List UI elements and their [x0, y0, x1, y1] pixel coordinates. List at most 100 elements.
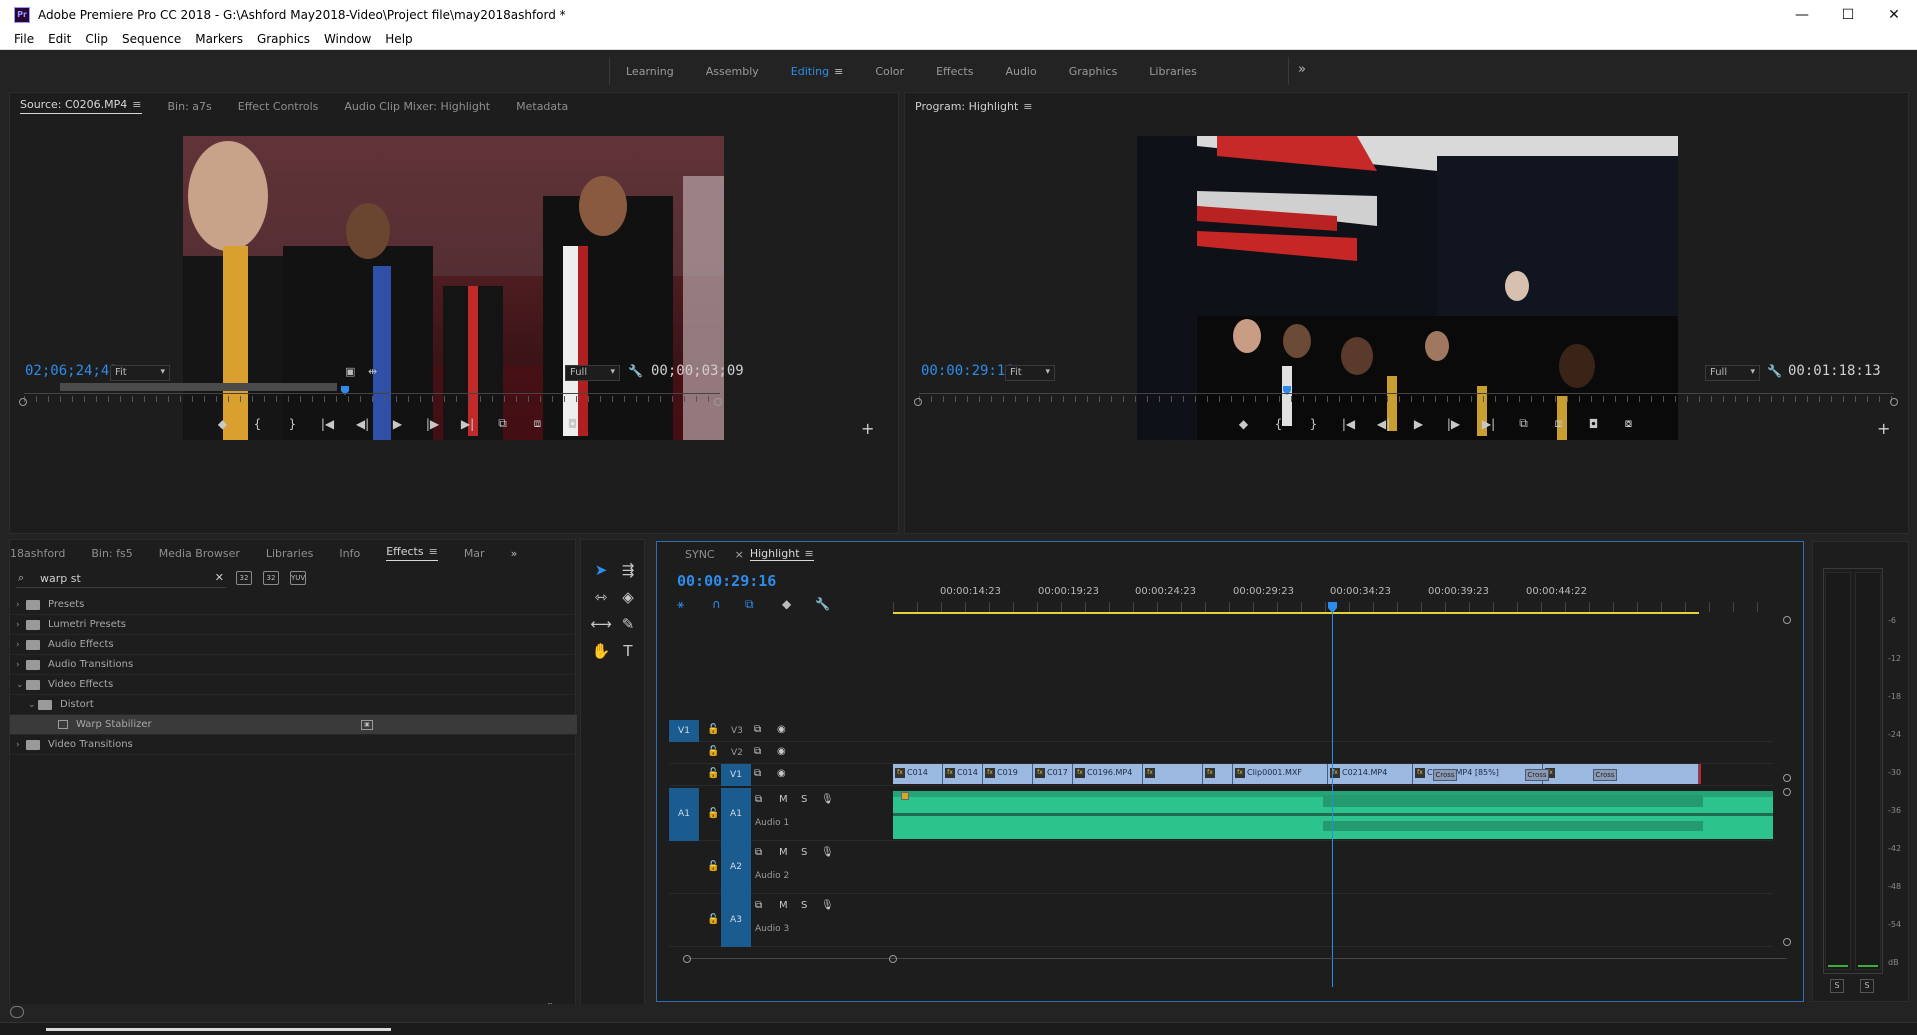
workspace-graphics[interactable]: Graphics	[1053, 65, 1134, 78]
chevron-right-icon[interactable]: ›	[16, 740, 26, 750]
mute-button[interactable]: M	[779, 900, 788, 911]
eye-icon[interactable]: ◉	[777, 768, 786, 779]
clear-search-icon[interactable]: ✕	[215, 571, 224, 584]
solo-button[interactable]: S	[801, 794, 807, 805]
workspace-color[interactable]: Color	[859, 65, 920, 78]
tree-warp-stabilizer[interactable]: Warp Stabilizer ▣	[10, 715, 577, 735]
mark-out-button[interactable]: }	[1296, 417, 1331, 431]
menu-edit[interactable]: Edit	[48, 32, 71, 46]
video-clip[interactable]: fx C0196.MP4	[1073, 764, 1143, 784]
tree-video-transitions[interactable]: › Video Transitions	[10, 735, 577, 755]
source-in-out-range[interactable]	[60, 383, 337, 391]
menu-sequence[interactable]: Sequence	[122, 32, 181, 46]
step-back-button[interactable]: ◀|	[1366, 417, 1401, 431]
mute-button[interactable]: M	[779, 794, 788, 805]
effects-search[interactable]: ⌕ warp st ✕	[16, 570, 226, 588]
sync-lock-icon[interactable]: ⧉	[754, 746, 761, 757]
source-patch-v1[interactable]: V1	[669, 720, 699, 742]
hand-tool-icon[interactable]: ✋	[590, 640, 612, 662]
zoom-handle-left[interactable]	[914, 398, 922, 406]
go-to-out-button[interactable]: ▶|	[1471, 417, 1506, 431]
timeline-ruler[interactable]: 00:00:14:23 00:00:19:23 00:00:24:23 00:0…	[893, 586, 1773, 602]
accelerated-effects-filter-icon[interactable]: 32	[236, 571, 252, 585]
solo-left-button[interactable]: S	[1830, 979, 1844, 993]
pen-tool-icon[interactable]: ✎	[617, 613, 639, 635]
linked-selection-icon[interactable]: ⧉	[745, 597, 754, 612]
yuv-effects-filter-icon[interactable]: YUV	[290, 571, 306, 585]
track-a1[interactable]	[893, 788, 1773, 841]
status-indicator-icon[interactable]	[10, 1006, 24, 1018]
close-button[interactable]: ✕	[1871, 0, 1917, 29]
sync-lock-icon[interactable]: ⧉	[755, 900, 762, 911]
video-clip[interactable]: fx	[1143, 764, 1203, 784]
video-clip[interactable]: fx C014	[943, 764, 983, 784]
selection-tool-icon[interactable]: ➤	[590, 559, 612, 581]
solo-button[interactable]: S	[801, 847, 807, 858]
close-tab-icon[interactable]: ×	[735, 548, 744, 561]
tab-sequence-sync[interactable]: SYNC	[685, 548, 715, 561]
minimize-button[interactable]: —	[1779, 0, 1825, 29]
more-tabs-icon[interactable]: »	[511, 547, 518, 560]
32bit-effects-filter-icon[interactable]: 32	[263, 571, 279, 585]
track-a3[interactable]	[893, 894, 1773, 947]
step-forward-button[interactable]: |▶	[1436, 417, 1471, 431]
hamburger-icon[interactable]: ≡	[429, 545, 438, 558]
tab-bin-fs5[interactable]: Bin: fs5	[91, 547, 132, 560]
wrench-icon[interactable]: 🔧	[628, 364, 643, 378]
program-time-ruler[interactable]	[919, 393, 1894, 407]
razor-tool-icon[interactable]: ◈	[617, 586, 639, 608]
play-button[interactable]: ▶	[1401, 417, 1436, 431]
tab-markers[interactable]: Mar	[464, 547, 485, 560]
video-clip[interactable]: fx	[1543, 764, 1699, 784]
track-name-v2[interactable]: V2	[731, 748, 743, 758]
timeline-horizontal-scrollbar[interactable]	[687, 958, 1787, 964]
export-frame-button[interactable]: ◘	[1576, 417, 1611, 431]
vertical-scroll-handle-top[interactable]	[1783, 616, 1791, 624]
effects-search-input[interactable]: warp st	[40, 572, 81, 585]
zoom-handle-right[interactable]	[714, 398, 722, 406]
tab-info[interactable]: Info	[339, 547, 360, 560]
tab-audio-clip-mixer[interactable]: Audio Clip Mixer: Highlight	[344, 100, 490, 113]
tab-bin-a7s[interactable]: Bin: a7s	[168, 100, 212, 113]
video-clip[interactable]: fx C014	[893, 764, 943, 784]
more-workspaces-icon[interactable]: »	[1298, 62, 1306, 77]
marker-icon[interactable]: ▣	[345, 365, 355, 378]
sync-lock-icon[interactable]: ⧉	[755, 847, 762, 858]
add-marker-button[interactable]: ◆	[1226, 417, 1261, 431]
tab-media-browser[interactable]: Media Browser	[159, 547, 240, 560]
track-target-v1[interactable]: V1	[721, 764, 751, 786]
track-a2[interactable]	[893, 841, 1773, 894]
source-time-ruler[interactable]	[24, 393, 720, 407]
go-to-in-button[interactable]: |◀	[1331, 417, 1366, 431]
tab-sequence-highlight[interactable]: Highlight ≡	[749, 547, 814, 561]
program-current-timecode[interactable]: 00:00:29:16	[921, 363, 1014, 379]
video-clip[interactable]: fx	[1203, 764, 1233, 784]
track-v3[interactable]	[893, 720, 1773, 742]
hamburger-icon[interactable]: ≡	[834, 65, 843, 78]
work-area-bar[interactable]	[893, 612, 1699, 614]
cross-dissolve-transition[interactable]: Cross	[1433, 769, 1457, 781]
menu-clip[interactable]: Clip	[85, 32, 108, 46]
zoom-handle-right[interactable]	[889, 955, 897, 963]
chevron-right-icon[interactable]: ›	[16, 640, 26, 650]
play-button[interactable]: ▶	[380, 417, 415, 431]
workspace-effects[interactable]: Effects	[920, 65, 989, 78]
zoom-handle-left[interactable]	[19, 398, 27, 406]
button-editor-plus-icon[interactable]: +	[1877, 419, 1890, 438]
track-select-tool-icon[interactable]: ⇶	[617, 559, 639, 581]
track-target-a2[interactable]: A2	[721, 841, 751, 894]
menu-file[interactable]: File	[14, 32, 34, 46]
workspace-audio[interactable]: Audio	[989, 65, 1052, 78]
tree-presets[interactable]: › Presets	[10, 595, 577, 615]
tab-source[interactable]: Source: C0206.MP4 ≡	[20, 98, 142, 114]
chevron-down-icon[interactable]: ⌄	[28, 700, 38, 710]
tab-project[interactable]: 18ashford	[10, 547, 65, 560]
mark-in-button[interactable]: {	[1261, 417, 1296, 431]
type-tool-icon[interactable]: T	[617, 640, 639, 662]
tab-metadata[interactable]: Metadata	[516, 100, 568, 113]
button-editor-plus-icon[interactable]: +	[861, 419, 874, 438]
cross-dissolve-transition[interactable]: Cross	[1593, 769, 1617, 781]
sync-lock-icon[interactable]: ⧉	[755, 794, 762, 805]
solo-right-button[interactable]: S	[1860, 979, 1874, 993]
add-marker-icon[interactable]: ◆	[782, 597, 791, 611]
